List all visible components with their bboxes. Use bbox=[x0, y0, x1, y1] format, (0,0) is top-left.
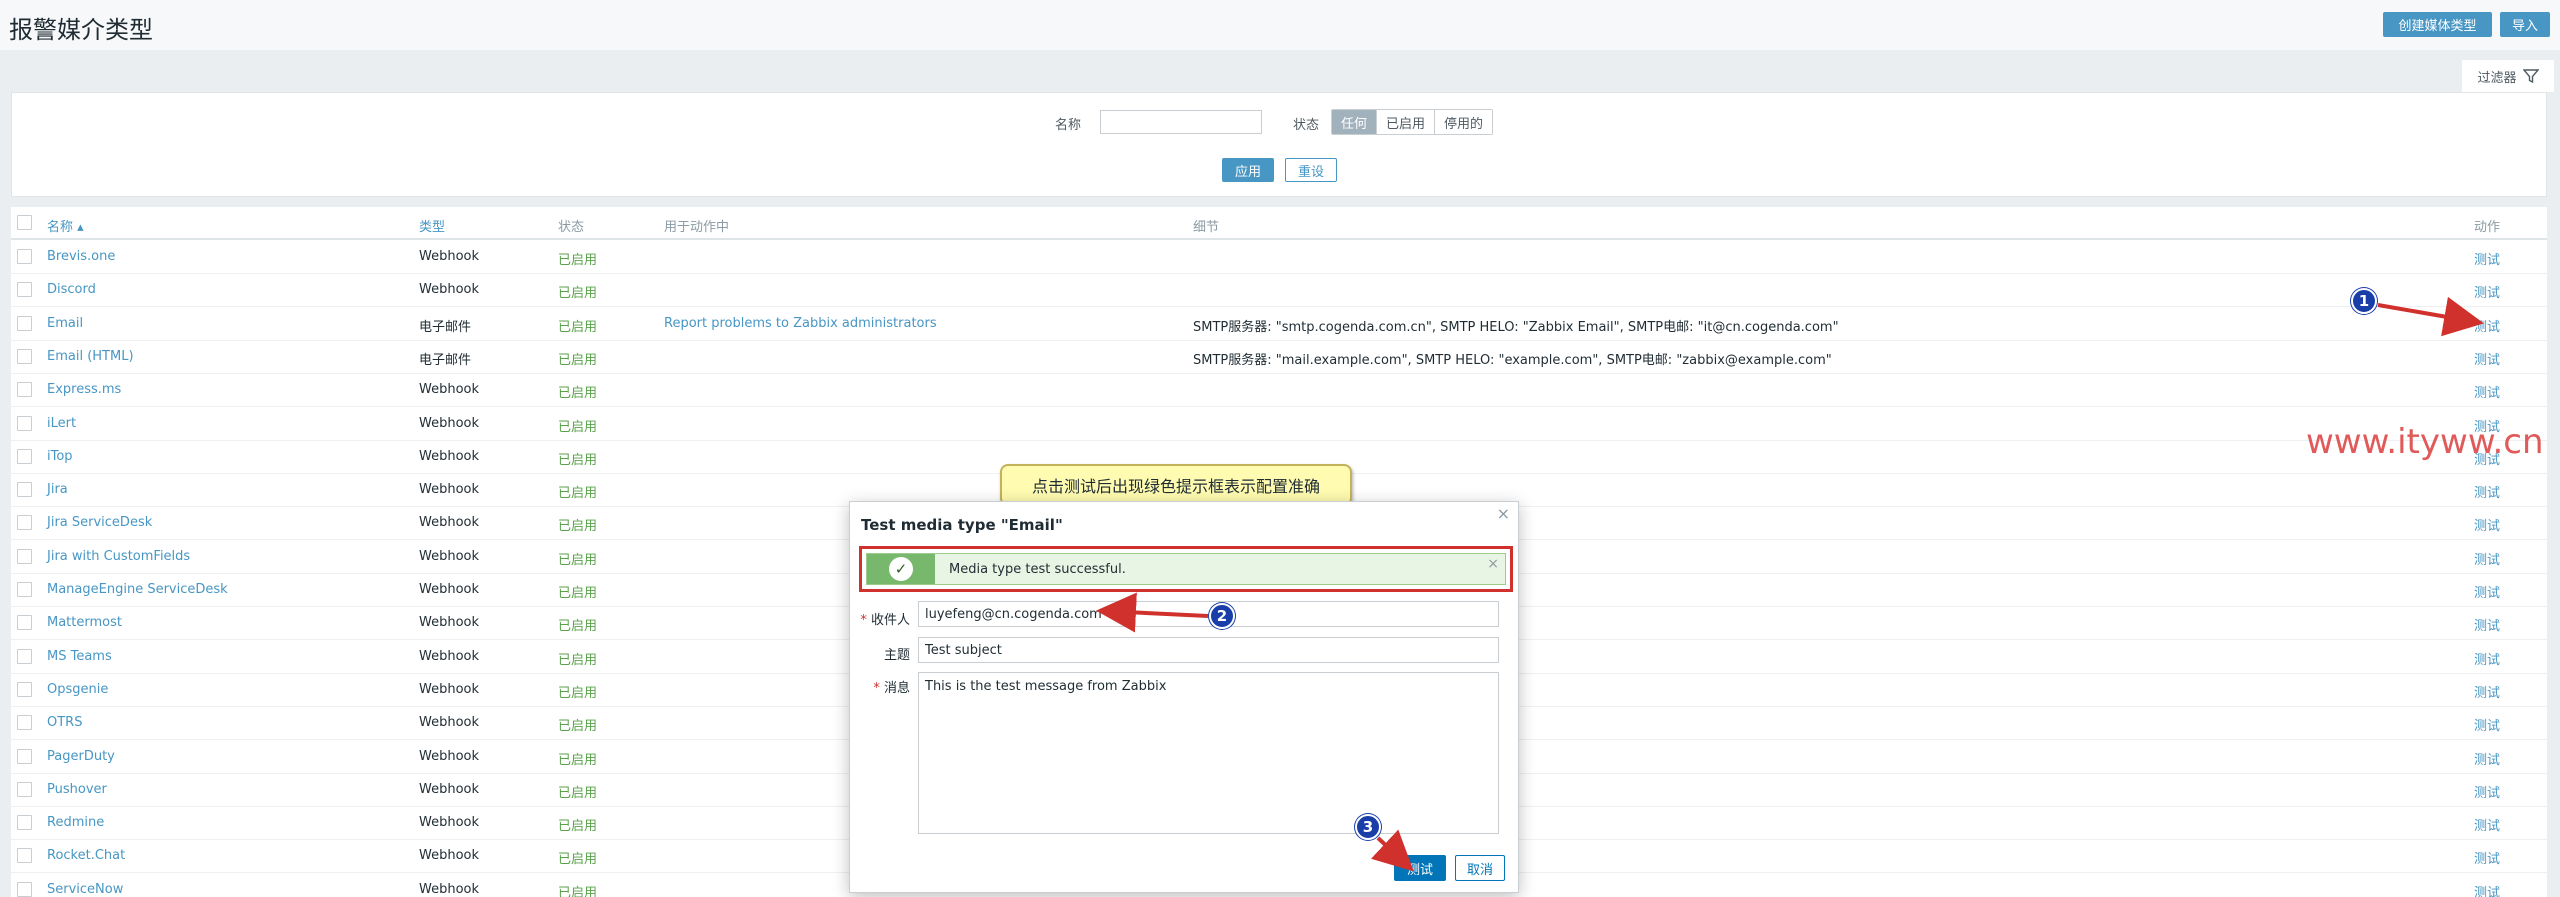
annotation-badge-2: 2 bbox=[1209, 603, 1235, 629]
annotation-arrows bbox=[1096, 296, 2484, 872]
arrow-2 bbox=[1096, 592, 1209, 633]
annotation-badge-3: 3 bbox=[1355, 814, 1381, 840]
annotation-badge-1: 1 bbox=[2351, 288, 2377, 314]
arrow-1 bbox=[2377, 296, 2484, 337]
arrow-3 bbox=[1370, 829, 1414, 872]
